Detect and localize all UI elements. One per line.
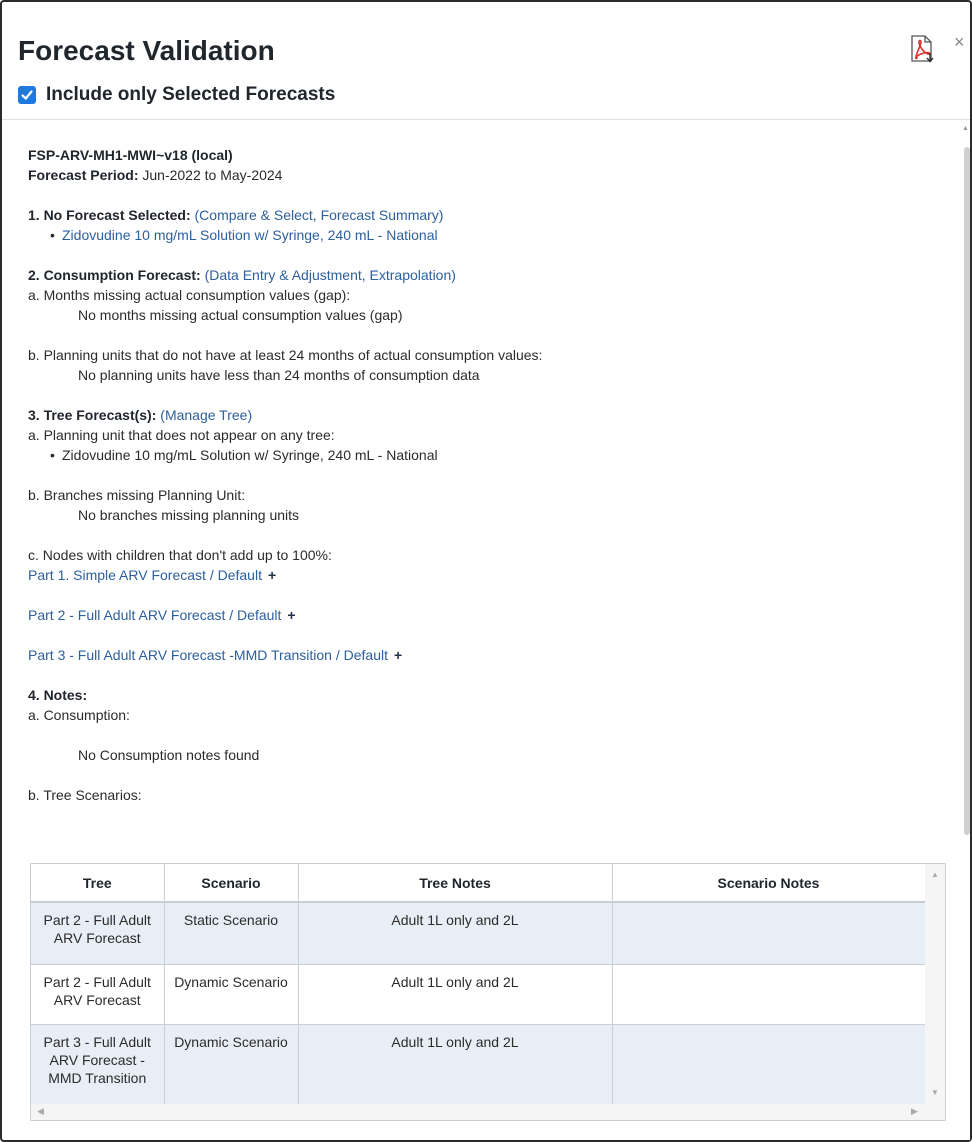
section2-a-label: a. Months missing actual consumption val… [28, 287, 351, 303]
pdf-export-icon[interactable] [908, 34, 936, 64]
tree-link-part2[interactable]: Part 2 - Full Adult ARV Forecast / Defau… [28, 607, 281, 623]
modal-title: Forecast Validation [18, 35, 275, 66]
tree-link-part1[interactable]: Part 1. Simple ARV Forecast / Default [28, 567, 262, 583]
tree-link-part3[interactable]: Part 3 - Full Adult ARV Forecast -MMD Tr… [28, 647, 388, 663]
section2-heading: 2. Consumption Forecast: [28, 267, 201, 283]
section3-c-label: c. Nodes with children that don't add up… [28, 547, 332, 563]
section1-heading: 1. No Forecast Selected: [28, 207, 191, 223]
table-row: Part 3 - Full Adult ARV Forecast - MMD T… [31, 1024, 926, 1105]
table-row: Part 2 - Full Adult ARV Forecast Dynamic… [31, 964, 926, 1025]
forecast-period-label: Forecast Period: [28, 167, 139, 183]
column-header-tree[interactable]: Tree [31, 864, 165, 903]
section4-a-label: a. Consumption: [28, 707, 130, 723]
tree-scenarios-table: Tree Scenario Tree Notes Scenario Notes … [30, 863, 946, 1121]
table-scroll-up-icon[interactable]: ▲ [931, 870, 939, 879]
compare-select-link[interactable]: (Compare & Select, Forecast Summary) [195, 207, 444, 223]
expand-plus-icon[interactable]: + [268, 567, 276, 583]
section2-a-value: No months missing actual consumption val… [78, 307, 403, 323]
cell-scenario: Static Scenario [164, 902, 299, 965]
section3-heading: 3. Tree Forecast(s): [28, 407, 157, 423]
section4-b-label: b. Tree Scenarios: [28, 787, 142, 803]
column-header-tree-notes[interactable]: Tree Notes [298, 864, 613, 903]
section3-b-value: No branches missing planning units [78, 507, 300, 523]
include-selected-checkbox[interactable] [18, 86, 36, 104]
forecast-period-value: Jun-2022 to May-2024 [142, 167, 283, 183]
table-scroll-right-icon[interactable]: ▶ [911, 1106, 918, 1117]
no-forecast-item-link[interactable]: Zidovudine 10 mg/mL Solution w/ Syringe,… [62, 227, 438, 243]
table-row: Part 2 - Full Adult ARV Forecast Static … [31, 902, 926, 965]
expand-plus-icon[interactable]: + [394, 647, 402, 663]
cell-tree-notes: Adult 1L only and 2L [298, 902, 613, 965]
forecast-validation-modal: Forecast Validation × Include only Selec… [0, 0, 972, 1142]
data-entry-link[interactable]: (Data Entry & Adjustment, Extrapolation) [205, 267, 456, 283]
validation-report: FSP-ARV-MH1-MWI~v18 (local) Forecast Per… [28, 145, 948, 805]
body-scrollbar[interactable]: ▲ [962, 121, 970, 1140]
section2-b-label: b. Planning units that do not have at le… [28, 347, 543, 363]
cell-scenario: Dynamic Scenario [164, 964, 299, 1025]
section4-heading: 4. Notes: [28, 687, 88, 703]
cell-scenario-notes [612, 902, 926, 965]
table-scroll-left-icon[interactable]: ◀ [37, 1106, 44, 1117]
close-icon[interactable]: × [954, 32, 970, 52]
include-selected-toggle[interactable]: Include only Selected Forecasts [18, 84, 335, 106]
manage-tree-link[interactable]: (Manage Tree) [160, 407, 252, 423]
cell-tree: Part 3 - Full Adult ARV Forecast - MMD T… [31, 1024, 165, 1105]
body-scrollbar-thumb[interactable] [964, 147, 970, 835]
section4-a-value: No Consumption notes found [78, 747, 260, 763]
cell-tree-notes: Adult 1L only and 2L [298, 1024, 613, 1105]
column-header-scenario[interactable]: Scenario [164, 864, 299, 903]
missing-tree-item: Zidovudine 10 mg/mL Solution w/ Syringe,… [62, 447, 438, 463]
cell-tree: Part 2 - Full Adult ARV Forecast [31, 964, 165, 1025]
section3-b-label: b. Branches missing Planning Unit: [28, 487, 246, 503]
column-header-scenario-notes[interactable]: Scenario Notes [612, 864, 926, 903]
table-horizontal-scrollbar[interactable]: ◀ ▶ [31, 1104, 945, 1120]
section3-a-label: a. Planning unit that does not appear on… [28, 427, 335, 443]
section2-b-value: No planning units have less than 24 mont… [78, 367, 480, 383]
include-selected-label: Include only Selected Forecasts [46, 84, 336, 105]
expand-plus-icon[interactable]: + [287, 607, 295, 623]
checkmark-icon [21, 90, 33, 100]
cell-tree: Part 2 - Full Adult ARV Forecast [31, 902, 165, 965]
cell-tree-notes: Adult 1L only and 2L [298, 964, 613, 1025]
scroll-up-arrow-icon[interactable]: ▲ [962, 125, 969, 132]
forecast-name: FSP-ARV-MH1-MWI~v18 (local) [28, 147, 233, 163]
cell-scenario-notes [612, 964, 926, 1025]
table-scroll-down-icon[interactable]: ▼ [931, 1088, 939, 1097]
modal-header: Forecast Validation × Include only Selec… [2, 2, 970, 120]
cell-scenario: Dynamic Scenario [164, 1024, 299, 1105]
table-vertical-scrollbar[interactable]: ▲ ▼ [925, 864, 945, 1104]
cell-scenario-notes [612, 1024, 926, 1105]
table-header-row: Tree Scenario Tree Notes Scenario Notes [31, 864, 926, 903]
